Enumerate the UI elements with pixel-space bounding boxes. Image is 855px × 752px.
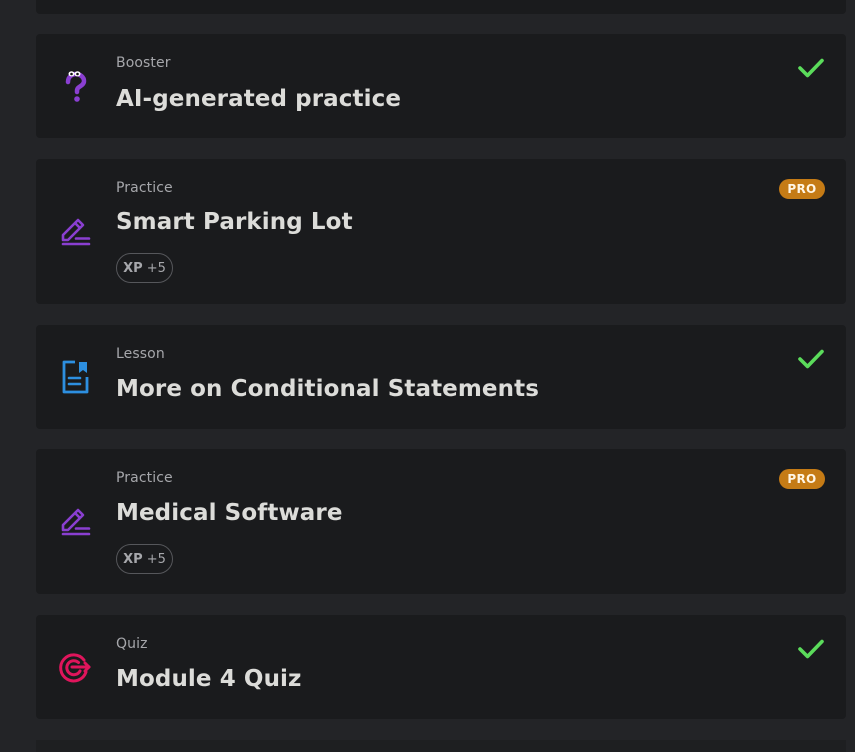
xp-label: XP [123, 260, 143, 276]
item-card-more-on-conditional-statements[interactable]: Lesson More on Conditional Statements [36, 325, 846, 429]
item-title: Smart Parking Lot [116, 209, 353, 235]
completed-check-icon [797, 348, 825, 370]
item-card-module-4-quiz[interactable]: Quiz Module 4 Quiz [36, 615, 846, 719]
item-card-medical-software[interactable]: Practice Medical Software XP +5 PRO [36, 449, 846, 594]
xp-label: XP [123, 551, 143, 567]
target-arrow-icon [58, 650, 92, 684]
item-title: AI-generated practice [116, 86, 402, 112]
item-kind: Practice [116, 470, 173, 486]
item-kind: Lesson [116, 346, 165, 362]
completed-check-icon [797, 57, 825, 79]
next-item-card-edge [36, 740, 846, 752]
completed-check-icon [797, 638, 825, 660]
item-kind: Quiz [116, 636, 148, 652]
item-card-smart-parking-lot[interactable]: Practice Smart Parking Lot XP +5 PRO [36, 159, 846, 304]
item-kind: Booster [116, 55, 171, 71]
item-title: Module 4 Quiz [116, 666, 302, 692]
question-mark-eyes-icon [58, 70, 92, 104]
item-kind: Practice [116, 180, 173, 196]
xp-value: +5 [146, 260, 166, 276]
xp-reward-pill: XP +5 [116, 253, 173, 283]
pro-badge: PRO [779, 469, 825, 489]
pencil-edit-icon [58, 214, 92, 248]
xp-reward-pill: XP +5 [116, 544, 173, 574]
pro-badge: PRO [779, 179, 825, 199]
pencil-edit-icon [58, 504, 92, 538]
document-bookmark-icon [58, 360, 92, 394]
item-card-ai-generated-practice[interactable]: Booster AI-generated practice [36, 34, 846, 138]
xp-value: +5 [146, 551, 166, 567]
item-title: More on Conditional Statements [116, 376, 539, 402]
previous-item-card[interactable] [36, 0, 846, 14]
item-title: Medical Software [116, 500, 343, 526]
